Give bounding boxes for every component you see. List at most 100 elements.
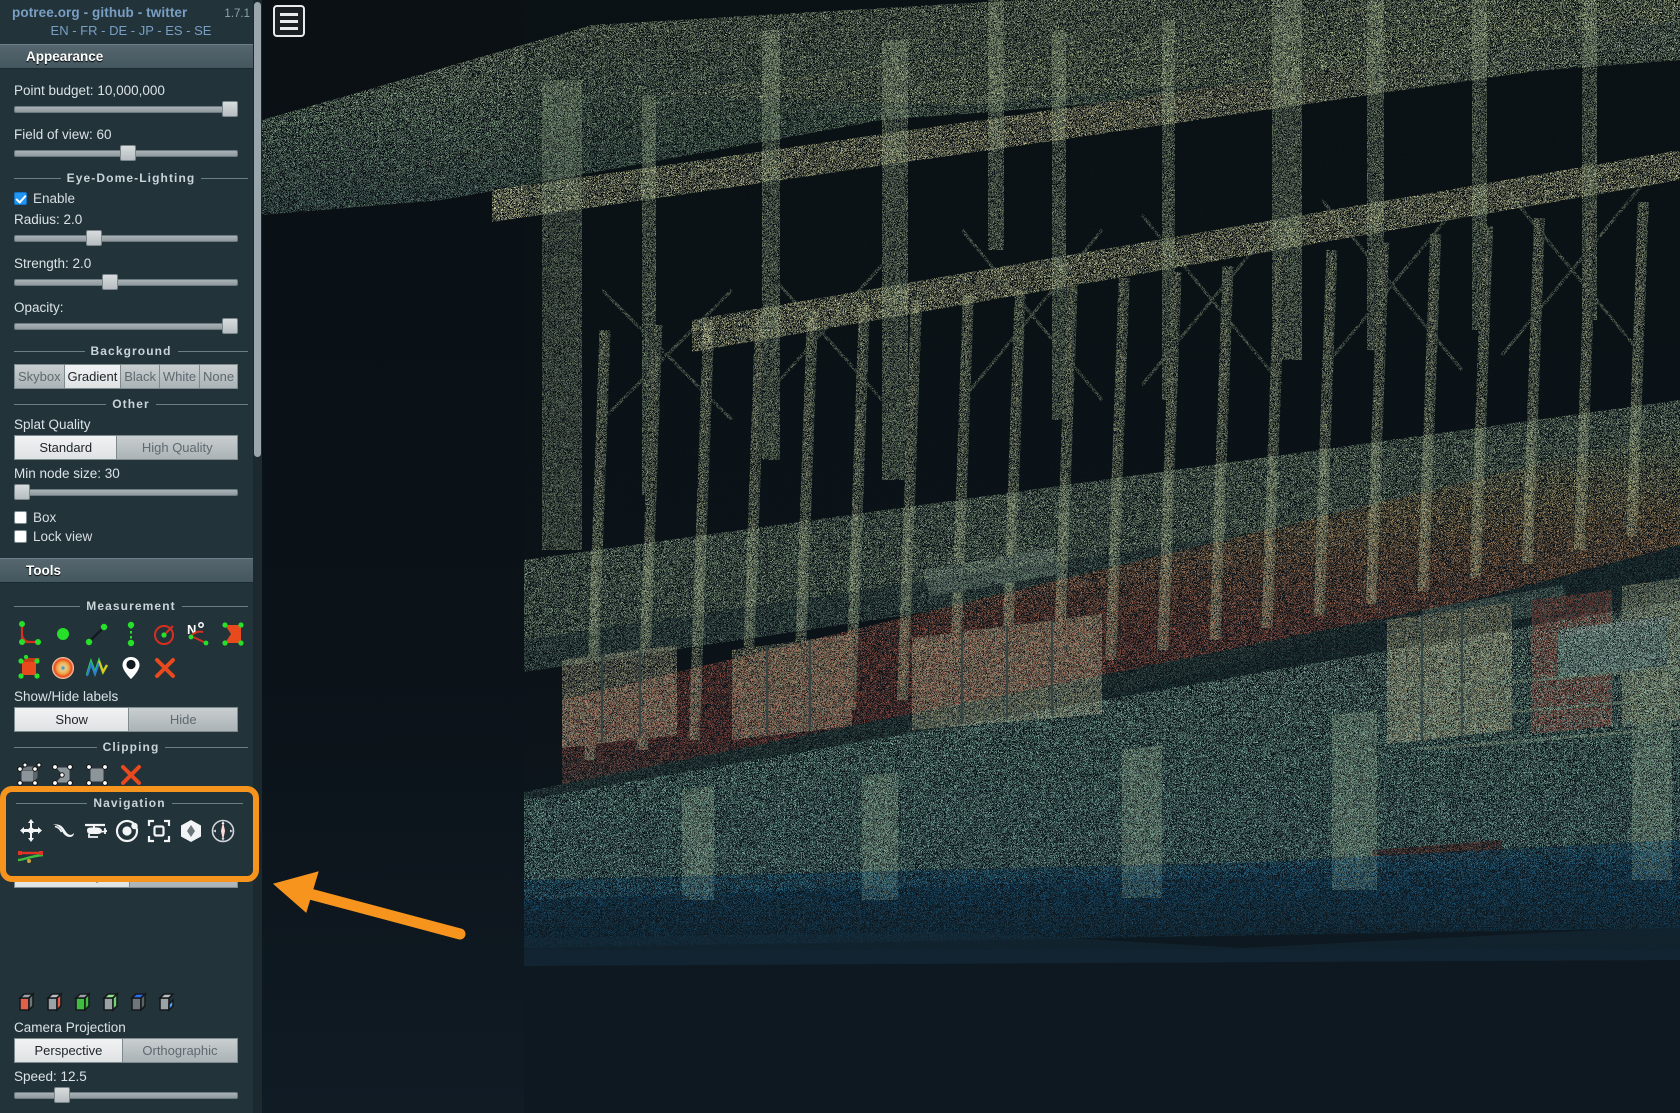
angle-measure-icon[interactable] (14, 619, 44, 649)
point-cloud-viewport[interactable] (262, 0, 1680, 1113)
sidebar-scrollbar-thumb[interactable] (254, 2, 261, 457)
volume-measure-icon[interactable] (14, 653, 44, 683)
navigation-extra-row (16, 848, 243, 866)
field-of-view-slider[interactable] (14, 145, 238, 161)
camera-projection-perspective[interactable]: Perspective (14, 1038, 122, 1063)
distance-measure-icon[interactable] (82, 619, 112, 649)
edl-opacity-slider[interactable] (14, 318, 238, 334)
slider-track (14, 235, 238, 242)
lang-en[interactable]: EN (51, 23, 69, 38)
view-front-cube[interactable] (72, 990, 96, 1014)
measurement-legend-text: Measurement (86, 599, 176, 613)
annotation-pin-icon[interactable] (116, 653, 146, 683)
earth-controls-icon[interactable] (16, 816, 46, 846)
background-option-group[interactable]: Skybox Gradient Black White None (14, 364, 238, 389)
sidebar-scrollbar[interactable] (253, 0, 262, 1113)
full-extent-cube-icon[interactable] (176, 816, 206, 846)
azimuth-measure-icon[interactable]: N (184, 619, 214, 649)
lock-view-checkbox[interactable] (14, 530, 27, 543)
legend-rule-left (14, 403, 107, 405)
point-measure-icon[interactable] (48, 619, 78, 649)
min-node-size-slider[interactable] (14, 484, 238, 500)
slider-knob[interactable] (54, 1087, 70, 1103)
sphere-volume-icon[interactable] (48, 653, 78, 683)
navigation-spacer (14, 892, 248, 984)
speed-slider[interactable] (14, 1087, 238, 1103)
background-option-none[interactable]: None (199, 364, 238, 389)
lang-es[interactable]: ES (165, 23, 182, 38)
helicopter-controls-icon[interactable] (80, 816, 110, 846)
slider-track (14, 279, 238, 286)
slider-track (14, 1092, 238, 1099)
accordion-tools-header[interactable]: Tools (0, 558, 262, 583)
box-label: Box (33, 510, 57, 525)
fly-controls-icon[interactable] (48, 816, 78, 846)
lang-de[interactable]: DE (109, 23, 127, 38)
background-option-skybox[interactable]: Skybox (14, 364, 64, 389)
point-budget-slider[interactable] (14, 101, 238, 117)
slider-knob[interactable] (222, 101, 238, 117)
show-hide-labels-group[interactable]: Show Hide (14, 707, 238, 732)
circle-measure-icon[interactable] (150, 619, 180, 649)
compass-icon[interactable] (208, 816, 238, 846)
edl-enable-checkbox[interactable] (14, 192, 27, 205)
edl-enable-row[interactable]: Enable (14, 191, 248, 206)
language-selector[interactable]: EN - FR - DE - JP - ES - SE (0, 20, 262, 44)
background-option-white[interactable]: White (158, 364, 200, 389)
splat-quality-standard[interactable]: Standard (14, 435, 117, 460)
sidebar: potree.org - github - twitter 1.7.1 EN -… (0, 0, 262, 1113)
slider-knob[interactable] (86, 230, 102, 246)
slider-knob[interactable] (102, 274, 118, 290)
slider-knob[interactable] (14, 484, 30, 500)
view-bottom-cube[interactable] (156, 990, 180, 1014)
legend-rule-right (171, 802, 243, 804)
background-option-gradient[interactable]: Gradient (63, 364, 121, 389)
splat-quality-group[interactable]: Standard High Quality (14, 435, 239, 460)
view-top-cube[interactable] (128, 990, 152, 1014)
edl-legend: Eye-Dome-Lighting (14, 171, 249, 185)
measure-line-icon[interactable] (16, 848, 46, 866)
version-label: 1.7.1 (224, 8, 250, 20)
other-legend: Other (14, 397, 249, 411)
labels-show-button[interactable]: Show (14, 707, 129, 732)
show-hide-labels-title: Show/Hide labels (14, 689, 119, 704)
camera-projection-group[interactable]: Perspective Orthographic (14, 1038, 239, 1063)
splat-quality-label: Splat Quality (14, 417, 91, 432)
measurement-tool-row-1: N (14, 619, 248, 649)
labels-hide-button[interactable]: Hide (128, 707, 238, 732)
focus-on-scene-icon[interactable] (144, 816, 174, 846)
view-left-cube[interactable] (16, 990, 40, 1014)
view-right-cube[interactable] (44, 990, 68, 1014)
remove-all-measurements-icon[interactable] (150, 653, 180, 683)
field-of-view-label: Field of view: 60 (14, 127, 112, 142)
lang-fr[interactable]: FR (80, 23, 97, 38)
view-cube-row (16, 990, 248, 1014)
lang-jp[interactable]: JP (139, 23, 154, 38)
edl-radius-slider[interactable] (14, 230, 238, 246)
brand-links[interactable]: potree.org - github - twitter (12, 5, 187, 20)
point-budget-label: Point budget: 10,000,000 (14, 83, 165, 98)
edl-enable-label: Enable (33, 191, 76, 206)
legend-rule-right (155, 403, 249, 405)
background-option-black[interactable]: Black (120, 364, 159, 389)
point-cloud-render[interactable] (262, 0, 1680, 1113)
measurement-legend: Measurement (14, 599, 248, 613)
view-back-cube[interactable] (100, 990, 124, 1014)
splat-quality-high[interactable]: High Quality (116, 435, 239, 460)
area-measure-icon[interactable] (218, 619, 248, 649)
height-measure-icon[interactable] (116, 619, 146, 649)
slider-knob[interactable] (120, 145, 136, 161)
lock-view-label: Lock view (33, 529, 93, 544)
edl-strength-slider[interactable] (14, 274, 238, 290)
box-row[interactable]: Box (14, 510, 248, 525)
camera-projection-orthographic[interactable]: Orthographic (121, 1038, 239, 1063)
profile-icon[interactable] (82, 653, 112, 683)
box-checkbox[interactable] (14, 511, 27, 524)
lang-se[interactable]: SE (194, 23, 211, 38)
accordion-appearance-header[interactable]: Appearance (0, 44, 262, 69)
slider-knob[interactable] (222, 318, 238, 334)
lock-view-row[interactable]: Lock view (14, 529, 248, 544)
legend-rule-left (14, 177, 61, 179)
menu-toggle-button[interactable] (273, 5, 305, 37)
orbit-controls-icon[interactable] (112, 816, 142, 846)
